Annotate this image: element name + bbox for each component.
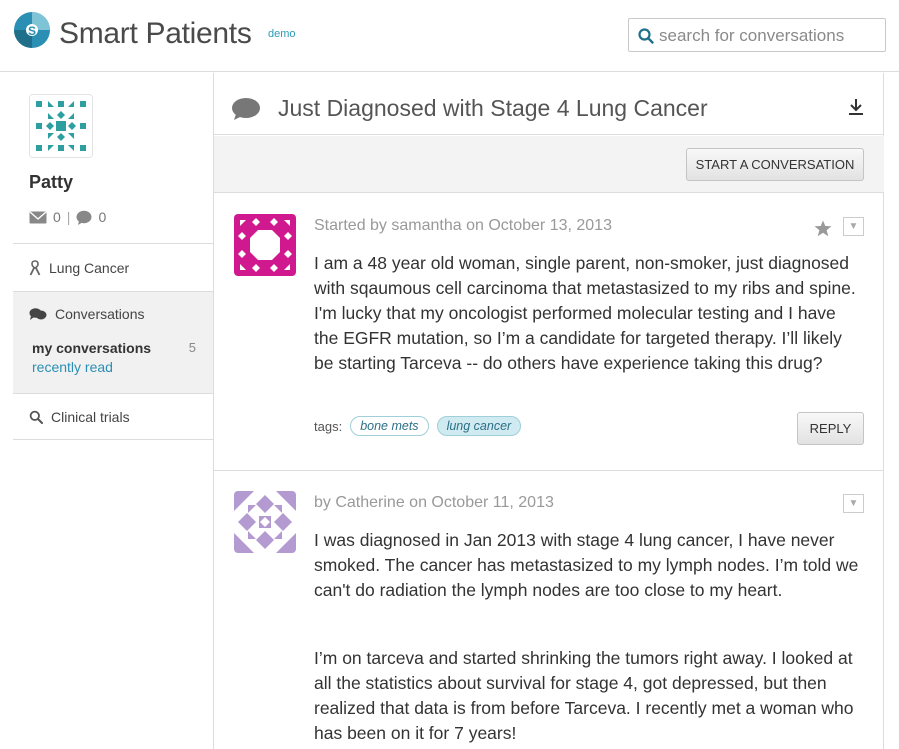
envelope-icon[interactable] [29,210,47,224]
messages-count[interactable]: 0 [53,209,61,225]
post-meta: Started by samantha on October 13, 2013 [314,217,612,234]
search-icon [29,410,43,424]
brand-name[interactable]: Smart Patients [59,17,252,51]
top-header: S Smart Patients demo [0,0,899,72]
community-section: Lung Cancer [13,243,213,291]
post-body-paragraph-2: I’m on tarceva and started shrinking the… [314,648,854,743]
clinical-trials-label: Clinical trials [51,409,130,425]
community-link[interactable]: Lung Cancer [13,244,213,291]
comments-count[interactable]: 0 [98,209,106,225]
community-label: Lung Cancer [49,259,130,276]
tag-lung-cancer[interactable]: lung cancer [436,416,522,436]
tags-label: tags: [314,418,343,434]
comment-icon [232,98,260,120]
conversations-heading[interactable]: Conversations [13,292,213,336]
search-input[interactable] [659,23,881,49]
user-avatar[interactable] [29,94,93,158]
reply-button[interactable]: REPLY [797,412,864,445]
username[interactable]: Patty [29,172,73,193]
post-tags: tags: bone mets lung cancer [314,416,522,436]
sidebar: Patty 0 | 0 Lung Cancer Conversations my… [13,73,213,749]
conversations-label: Conversations [55,306,145,322]
conversation-panel: Just Diagnosed with Stage 4 Lung Cancer … [213,73,884,749]
clinical-trials-section: Clinical trials [13,393,213,440]
my-conversations-count: 5 [188,340,196,355]
post-body: I am a 48 year old woman, single parent,… [314,253,856,373]
count-separator: | [66,209,71,225]
page-title: Just Diagnosed with Stage 4 Lung Cancer [278,95,708,121]
brand-tag: demo [268,28,296,40]
post-author-avatar[interactable] [234,491,296,553]
identicon-image [30,95,92,157]
conversations-section: Conversations my conversations 5 recentl… [13,291,213,393]
identicon-image [234,491,296,553]
post-reply: by Catherine on October 11, 2013 ▼ I was… [214,471,884,749]
chevron-down-icon: ▼ [848,221,859,232]
comment-icon[interactable] [76,210,92,225]
user-counts: 0 | 0 [29,209,106,225]
my-conversations-link[interactable]: my conversations [32,340,151,356]
tag-bone-mets[interactable]: bone mets [350,416,429,436]
download-icon[interactable] [848,98,864,116]
svg-text:S: S [28,24,36,38]
search-box[interactable] [628,18,886,52]
post-original: Started by samantha on October 13, 2013 … [214,194,884,470]
title-bar: Just Diagnosed with Stage 4 Lung Cancer [214,73,884,135]
post-menu-button[interactable]: ▼ [843,217,864,236]
logo-icon[interactable]: S [13,11,51,49]
search-icon [638,28,654,44]
post-author-avatar[interactable] [234,214,296,276]
post-menu-button[interactable]: ▼ [843,494,864,513]
identicon-image [234,214,296,276]
chevron-down-icon: ▼ [848,498,859,509]
start-conversation-button[interactable]: START A CONVERSATION [686,148,864,181]
clinical-trials-link[interactable]: Clinical trials [13,394,213,440]
post-meta: by Catherine on October 11, 2013 [314,494,554,511]
recently-read-link[interactable]: recently read [32,359,113,375]
chat-bubbles-icon [29,308,47,320]
star-icon[interactable] [814,220,832,237]
action-bar: START A CONVERSATION [214,136,884,193]
post-body-paragraph-1: I was diagnosed in Jan 2013 with stage 4… [314,530,859,600]
ribbon-icon [29,259,41,275]
